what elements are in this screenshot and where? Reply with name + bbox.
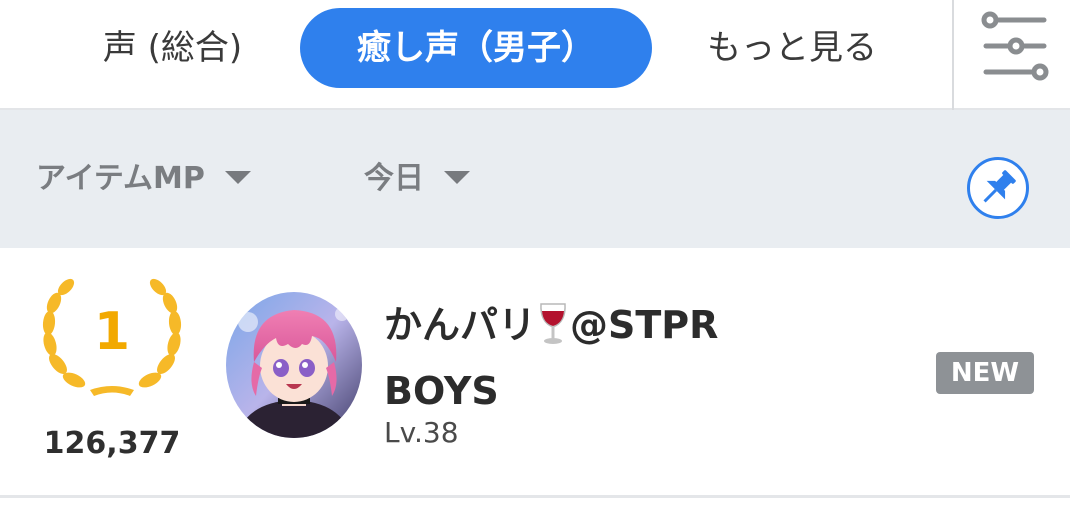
user-name-part1: かんパリ [384,303,537,347]
date-range-dropdown-label: 今日 [364,161,424,196]
user-name-part2: @STPR [570,303,719,347]
filter-bar: アイテムMP 今日 [0,110,1070,248]
pin-button[interactable] [966,156,1030,220]
rank-number: 1 [93,302,131,362]
ranking-row[interactable]: 1 126,377 かんパリ @STPR BOYS Lv.38 NEW [0,248,1070,498]
new-badge: NEW [936,352,1034,394]
avatar[interactable] [226,292,362,438]
tab-see-more[interactable]: もっと見る [682,8,902,88]
avatar-image [226,292,362,438]
tab-voice-overall[interactable]: 声 (総合) [80,8,265,88]
filter-settings-button[interactable] [954,0,1070,108]
caret-down-icon [444,171,470,184]
user-level: Lv.38 [384,416,459,449]
user-name[interactable]: かんパリ @STPR BOYS [384,292,804,424]
item-mp-dropdown-label: アイテムMP [36,161,205,196]
score-value: 126,377 [43,426,181,461]
date-range-dropdown[interactable]: 今日 [364,110,470,248]
tab-bar: 声 (総合) 癒し声（男子） もっと見る [0,0,1070,110]
wine-glass-emoji [540,302,566,344]
pin-icon [967,157,1029,219]
item-mp-dropdown[interactable]: アイテムMP [36,110,251,248]
sliders-icon [981,11,1049,81]
user-name-line2: BOYS [384,369,499,413]
caret-down-icon [224,171,251,184]
tab-healing-voice-male[interactable]: 癒し声（男子） [300,8,652,88]
